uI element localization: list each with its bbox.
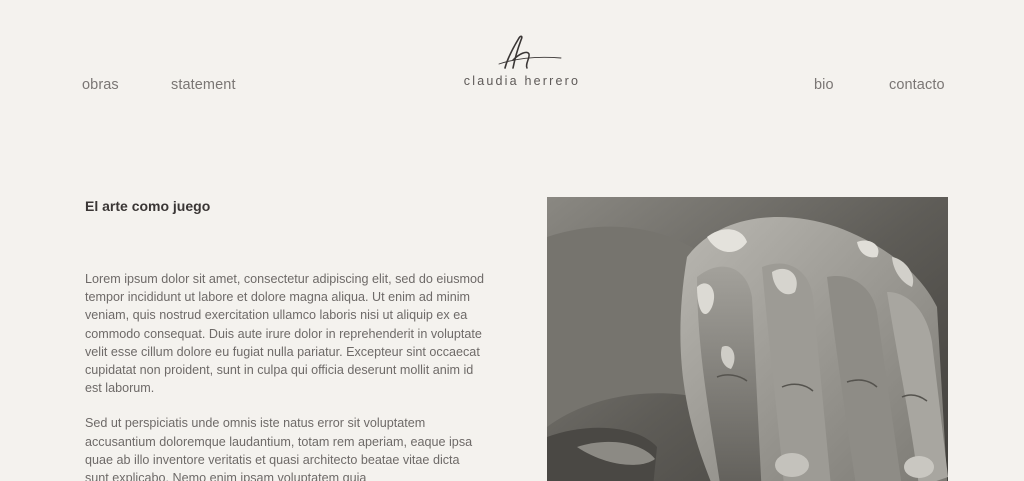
nav-link-bio[interactable]: bio [814,77,834,93]
article-paragraph: Sed ut perspiciatis unde omnis iste natu… [85,416,473,481]
site-logo[interactable]: claudia herrero [452,30,592,96]
article-paragraph: Lorem ipsum dolor sit amet, consectetur … [85,272,484,396]
nav-link-obras[interactable]: obras [82,77,119,93]
page: obras statement claudia herrero bio cont… [0,0,1024,481]
logo-wordmark: claudia herrero [463,74,581,88]
hands-photo [547,197,948,481]
nav-link-contacto[interactable]: contacto [889,77,945,93]
signature-logo-icon [498,35,562,69]
article-title: El arte como juego [85,198,211,214]
article: El arte como juego Lorem ipsum dolor sit… [85,198,485,481]
nav-link-statement[interactable]: statement [171,77,236,93]
